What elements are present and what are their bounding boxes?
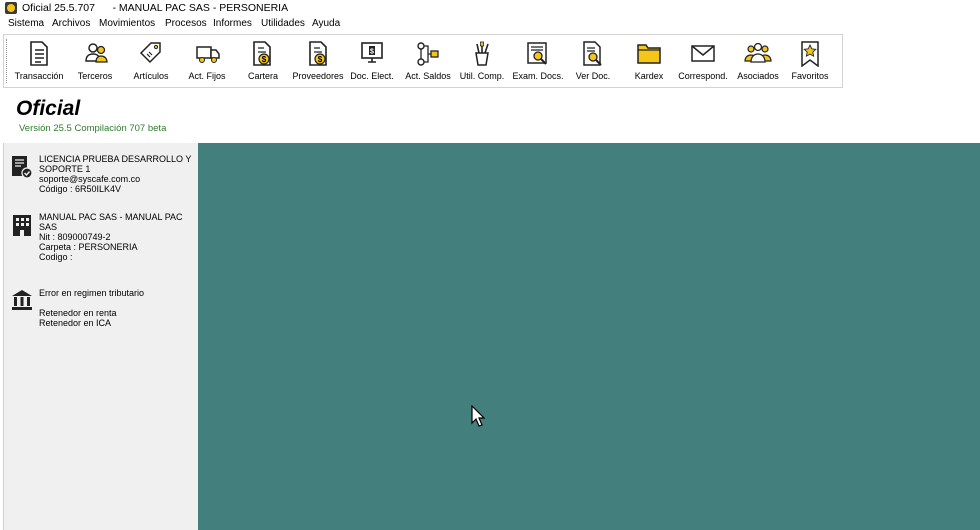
- license-certificate-icon: [12, 156, 33, 179]
- toolbar-act-saldos-button[interactable]: Act. Saldos: [400, 35, 456, 87]
- license-line2: SOPORTE 1: [39, 164, 91, 174]
- menu-procesos[interactable]: Procesos: [165, 18, 207, 29]
- toolbar-label: Proveedores: [292, 71, 344, 81]
- bank-icon: [12, 290, 32, 310]
- version-label: Versión 25.5 Compilación 707 beta: [19, 123, 167, 134]
- company-name: MANUAL PAC SAS - MANUAL PAC SAS: [39, 212, 183, 232]
- toolbar-ver-doc-button[interactable]: Ver Doc.: [565, 35, 621, 87]
- search-document-icon: [583, 41, 602, 66]
- app-icon[interactable]: [5, 2, 17, 14]
- toolbar-label: Correspond.: [678, 71, 728, 81]
- toolbar-correspond-button[interactable]: Correspond.: [673, 35, 733, 87]
- svg-text:$: $: [370, 49, 374, 56]
- magnifier-document-icon: [527, 42, 547, 65]
- envelope-icon: [691, 45, 715, 62]
- toolbar-exam-docs-button[interactable]: Exam. Docs.: [509, 35, 567, 87]
- tax-info: Error en regimen tributario Retenedor en…: [39, 288, 144, 328]
- menu-utilidades[interactable]: Utilidades: [261, 18, 305, 29]
- support-email: soporte@syscafe.com.co: [39, 174, 141, 184]
- building-icon: [13, 215, 31, 236]
- toolbar-label: Cartera: [247, 71, 278, 81]
- brand-title: Oficial: [16, 97, 81, 120]
- pencil-cup-icon: [475, 41, 489, 66]
- toolbar-act-fijos-button[interactable]: Act. Fijos: [179, 35, 235, 87]
- people-icon: [85, 43, 108, 63]
- toolbar-label: Act. Fijos: [188, 71, 226, 81]
- license-code: Código : 6R50ILK4V: [39, 184, 122, 194]
- toolbar-cartera-button[interactable]: $ Cartera: [235, 35, 291, 87]
- toolbar-transaccion-button[interactable]: Transacción: [11, 35, 67, 87]
- toolbar-favoritos-button[interactable]: Favoritos: [782, 35, 838, 87]
- document-icon: [30, 41, 48, 66]
- company-code: Codigo :: [39, 252, 73, 262]
- menu-bar: Sistema Archivos Movimientos Procesos In…: [0, 17, 980, 33]
- menu-informes[interactable]: Informes: [213, 18, 252, 29]
- toolbar-doc-elect-button[interactable]: $ Doc. Elect.: [344, 35, 400, 87]
- workspace-area[interactable]: [198, 143, 980, 530]
- mouse-cursor-icon: [471, 405, 485, 427]
- toolbar-label: Favoritos: [791, 71, 829, 81]
- toolbar-proveedores-button[interactable]: $ Proveedores: [288, 35, 348, 87]
- info-sidebar: LICENCIA PRUEBA DESARROLLO Y SOPORTE 1 s…: [3, 143, 199, 530]
- document-money-icon: $: [309, 41, 327, 66]
- toolbar-label: Kardex: [634, 71, 664, 81]
- toolbar-kardex-button[interactable]: Kardex: [621, 35, 677, 87]
- toolbar-grip[interactable]: [6, 39, 9, 83]
- title-bar: Oficial 25.5.707 - MANUAL PAC SAS - PERS…: [0, 0, 980, 16]
- toolbar: Transacción Terceros Artículos Act. Fijo…: [3, 34, 843, 88]
- menu-archivos[interactable]: Archivos: [52, 18, 90, 29]
- toolbar-articulos-button[interactable]: Artículos: [123, 35, 179, 87]
- menu-sistema[interactable]: Sistema: [8, 18, 44, 29]
- retainer-income: Retenedor en renta: [39, 308, 117, 318]
- group-icon: [744, 42, 772, 63]
- toolbar-label: Util. Comp.: [459, 71, 505, 81]
- toolbar-terceros-button[interactable]: Terceros: [67, 35, 123, 87]
- tax-error: Error en regimen tributario: [39, 288, 145, 298]
- monitor-money-icon: $: [361, 42, 383, 63]
- retainer-ica: Retenedor en ICA: [39, 318, 112, 328]
- toolbar-asociados-button[interactable]: Asociados: [730, 35, 786, 87]
- toolbar-label: Asociados: [737, 71, 779, 81]
- license-line1: LICENCIA PRUEBA DESARROLLO Y: [39, 154, 192, 164]
- toolbar-label: Doc. Elect.: [350, 71, 394, 81]
- document-money-icon: $: [253, 41, 271, 66]
- company-info: MANUAL PAC SAS - MANUAL PAC SAS Nit : 80…: [39, 212, 199, 262]
- flow-icon: [417, 42, 439, 66]
- toolbar-label: Act. Saldos: [405, 71, 451, 81]
- folder-icon: [637, 44, 661, 64]
- toolbar-label: Transacción: [14, 71, 64, 81]
- toolbar-label: Terceros: [77, 71, 113, 81]
- toolbar-util-comp-button[interactable]: Util. Comp.: [453, 35, 511, 87]
- window-title: Oficial 25.5.707 - MANUAL PAC SAS - PERS…: [22, 2, 289, 14]
- menu-movimientos[interactable]: Movimientos: [99, 18, 155, 29]
- app-header: Oficial Versión 25.5 Compilación 707 bet…: [0, 88, 980, 143]
- license-info: LICENCIA PRUEBA DESARROLLO Y SOPORTE 1 s…: [39, 154, 191, 194]
- company-folder: Carpeta : PERSONERIA: [39, 242, 138, 252]
- menu-ayuda[interactable]: Ayuda: [312, 18, 340, 29]
- toolbar-label: Exam. Docs.: [512, 71, 564, 81]
- tag-icon: [139, 42, 161, 64]
- company-nit: Nit : 809000749-2: [39, 232, 111, 242]
- toolbar-label: Artículos: [133, 71, 169, 81]
- truck-icon: [196, 46, 220, 63]
- toolbar-label: Ver Doc.: [575, 71, 611, 81]
- svg-text:$: $: [318, 55, 323, 64]
- svg-text:$: $: [262, 55, 267, 64]
- star-bookmark-icon: [801, 41, 819, 67]
